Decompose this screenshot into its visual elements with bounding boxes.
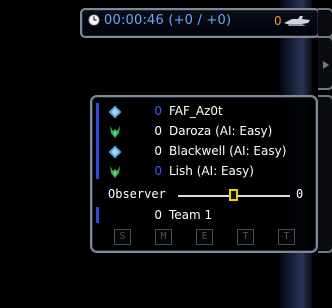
clock-icon (88, 14, 100, 26)
observer-label: Observer (108, 187, 166, 201)
observer-value: 0 (296, 187, 304, 201)
unit-count: 0 (274, 14, 282, 28)
observer-row: Observer 0 (92, 187, 316, 205)
game-timer-panel: 00:00:46 (+0 / +0) 0 (80, 8, 320, 38)
scoreboard-panel: 0 FAF_Az0t 0 Daroza (AI: Easy) 0 Blackwe… (90, 95, 318, 253)
scoreboard-mode-buttons: S M E T T (114, 229, 298, 245)
observer-slider-thumb[interactable] (229, 189, 238, 201)
team-mode-button[interactable]: T (278, 229, 295, 245)
mass-mode-button[interactable]: M (155, 229, 172, 245)
player-score: 0 (154, 124, 162, 138)
uef-faction-icon (108, 105, 122, 119)
side-frame-top (318, 8, 332, 38)
total-mode-button[interactable]: T (237, 229, 254, 245)
score-mode-button[interactable]: S (114, 229, 131, 245)
team-row: 0 Team 1 (92, 207, 316, 225)
energy-mode-button[interactable]: E (196, 229, 213, 245)
team-score: 0 (154, 208, 162, 222)
collapse-arrow-icon[interactable] (322, 60, 330, 70)
side-frame-bottom (318, 95, 332, 253)
team-name: Team 1 (169, 208, 213, 222)
player-score: 0 (154, 144, 162, 158)
player-name: FAF_Az0t (169, 104, 223, 118)
player-row[interactable]: 0 FAF_Az0t (92, 103, 316, 121)
player-score: 0 (154, 104, 162, 118)
player-name: Lish (AI: Easy) (169, 164, 254, 178)
player-score: 0 (154, 164, 162, 178)
player-row[interactable]: 0 Daroza (AI: Easy) (92, 123, 316, 141)
seraphim-faction-icon (110, 126, 120, 138)
game-time-text: 00:00:46 (+0 / +0) (104, 13, 232, 28)
player-name: Blackwell (AI: Easy) (169, 144, 287, 158)
uef-faction-icon (108, 145, 122, 159)
player-name: Daroza (AI: Easy) (169, 124, 273, 138)
player-row[interactable]: 0 Lish (AI: Easy) (92, 163, 316, 181)
units-ship-icon (284, 16, 310, 26)
seraphim-faction-icon (110, 166, 120, 178)
player-row[interactable]: 0 Blackwell (AI: Easy) (92, 143, 316, 161)
